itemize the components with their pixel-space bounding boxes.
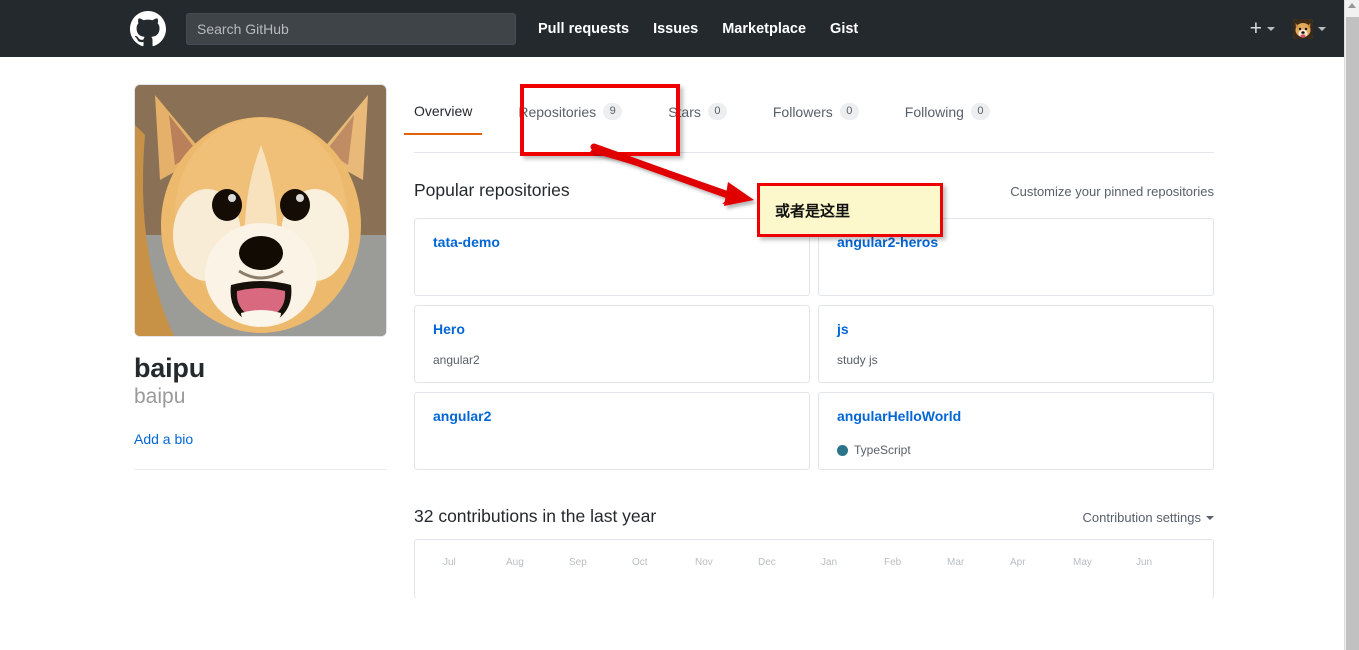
section-title: Popular repositories — [414, 180, 570, 200]
tab-overview[interactable]: Overview — [403, 95, 483, 135]
popular-repositories-header: Popular repositories Customize your pinn… — [414, 180, 1214, 201]
search-input[interactable] — [186, 12, 516, 45]
repo-card[interactable]: js study js — [818, 305, 1214, 383]
header-nav: Pull requests Issues Marketplace Gist — [538, 21, 882, 37]
nav-item-marketplace[interactable]: Marketplace — [722, 21, 806, 37]
repo-card[interactable]: Hero angular2 — [414, 305, 810, 383]
repo-description: study js — [837, 353, 878, 367]
month-label: Jun — [1136, 557, 1153, 568]
chevron-down-icon — [1318, 26, 1326, 31]
tab-stars[interactable]: Stars 0 — [668, 95, 727, 136]
tab-counter: 9 — [603, 103, 623, 120]
contribution-settings-label: Contribution settings — [1082, 510, 1201, 525]
repo-name-link[interactable]: Hero — [433, 321, 793, 337]
repo-language: TypeScript — [837, 443, 911, 457]
repo-name-link[interactable]: angular2-heros — [837, 234, 1197, 250]
create-new-button[interactable]: + — [1250, 18, 1275, 39]
profile-tabs: Overview Repositories 9 Stars 0 Follower… — [403, 95, 1214, 153]
customize-pinned-repositories-link[interactable]: Customize your pinned repositories — [1010, 184, 1214, 199]
language-name: TypeScript — [854, 443, 911, 457]
tab-counter: 0 — [970, 103, 990, 120]
user-menu-button[interactable] — [1293, 18, 1326, 39]
repo-description: angular2 — [433, 353, 480, 367]
month-label: Apr — [1010, 557, 1026, 568]
contribution-settings-button[interactable]: Contribution settings — [1082, 510, 1214, 525]
nav-item-gist[interactable]: Gist — [830, 21, 858, 37]
avatar — [1293, 18, 1313, 39]
sidebar-divider — [134, 469, 387, 471]
shiba-avatar-icon — [1293, 18, 1313, 39]
contribution-graph[interactable]: Jul Aug Sep Oct Nov Dec Jan Feb Mar Apr … — [414, 539, 1214, 599]
tab-followers[interactable]: Followers 0 — [773, 95, 859, 136]
tab-label: Overview — [414, 103, 473, 119]
language-color-dot — [837, 444, 848, 456]
month-label: Jan — [821, 557, 838, 568]
repo-card[interactable]: angular2 — [414, 392, 810, 470]
profile-main: Overview Repositories 9 Stars 0 Follower… — [403, 95, 1214, 599]
header-right-controls: + — [1250, 0, 1326, 57]
tab-counter: 0 — [839, 103, 859, 120]
tab-repositories[interactable]: Repositories 9 — [518, 95, 623, 136]
month-label: Dec — [758, 557, 776, 568]
repo-name-link[interactable]: angular2 — [433, 408, 793, 424]
tab-label: Repositories — [518, 103, 597, 120]
profile-login: baipu — [134, 385, 186, 409]
site-header: Pull requests Issues Marketplace Gist + — [0, 0, 1344, 57]
nav-item-issues[interactable]: Issues — [653, 21, 698, 37]
chevron-down-icon — [1267, 26, 1275, 31]
repo-card[interactable]: tata-demo — [414, 218, 810, 296]
tab-following[interactable]: Following 0 — [905, 95, 990, 136]
month-label: Mar — [947, 557, 965, 568]
tab-label: Followers — [772, 103, 833, 120]
month-label: Feb — [884, 557, 902, 568]
profile-sidebar: baipu baipu Add a bio — [134, 84, 388, 471]
month-label: Jul — [443, 557, 456, 568]
popular-repositories-grid: tata-demo angular2-heros Hero angular2 j… — [414, 218, 1214, 470]
scroll-up-arrow-icon[interactable] — [1348, 3, 1356, 8]
contribution-month-labels: Jul Aug Sep Oct Nov Dec Jan Feb Mar Apr … — [443, 557, 1203, 568]
add-bio-link[interactable]: Add a bio — [134, 431, 388, 447]
repo-name-link[interactable]: js — [837, 321, 1197, 337]
repo-name-link[interactable]: tata-demo — [433, 234, 793, 250]
profile-avatar[interactable] — [134, 84, 387, 337]
tab-label: Stars — [668, 103, 701, 120]
month-label: Oct — [632, 557, 648, 568]
scrollbar-thumb[interactable] — [1346, 17, 1359, 650]
tab-label: Following — [904, 103, 964, 120]
shiba-avatar-large-icon — [135, 85, 386, 336]
tab-counter: 0 — [707, 103, 727, 120]
month-label: Aug — [506, 557, 524, 568]
repo-name-link[interactable]: angularHelloWorld — [837, 408, 1197, 424]
github-mark-icon[interactable] — [130, 10, 166, 47]
month-label: Nov — [695, 557, 713, 568]
month-label: Sep — [569, 557, 587, 568]
profile-name: baipu — [134, 353, 205, 383]
vertical-scrollbar[interactable] — [1344, 0, 1359, 650]
contributions-header: 32 contributions in the last year Contri… — [414, 506, 1214, 527]
github-profile-page: Pull requests Issues Marketplace Gist + — [0, 0, 1359, 650]
nav-item-pull-requests[interactable]: Pull requests — [538, 21, 629, 37]
month-label: May — [1073, 557, 1092, 568]
plus-icon: + — [1249, 17, 1262, 40]
repo-card[interactable]: angularHelloWorld TypeScript — [818, 392, 1214, 470]
repo-card[interactable]: angular2-heros — [818, 218, 1214, 296]
chevron-down-icon — [1206, 515, 1214, 520]
contributions-title: 32 contributions in the last year — [414, 506, 657, 526]
